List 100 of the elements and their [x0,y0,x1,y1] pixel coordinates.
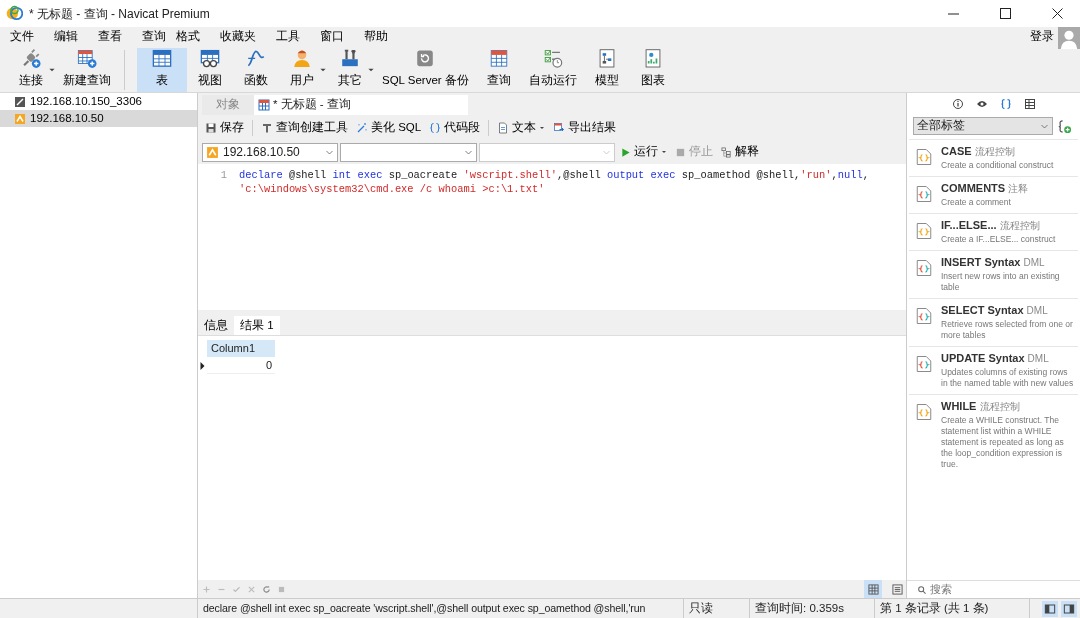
toolbar-button[interactable]: 文本 [494,119,549,137]
snippet-title: IF...ELSE... [941,219,997,231]
status-records: 第 1 条记录 (共 1 条) [875,598,1030,618]
toolbar-button[interactable]: 模型 [583,48,630,92]
toolbar-button[interactable]: 函数 [233,48,279,92]
result-tab[interactable]: 信息 [198,316,234,335]
database-icon [14,112,26,125]
snippet-description: Create a conditional construct [941,160,1054,171]
login-link[interactable]: 登录 [1020,28,1058,46]
snippet-description: Updates columns of existing rows in the named table with new values [941,367,1074,389]
snippet-tag: DML [1027,353,1049,364]
right-panel-icon [1061,600,1077,617]
toolbar-button[interactable]: 自动运行 [521,48,584,92]
dropdown-field[interactable]: 192.168.10.50 [202,142,338,162]
connection-item[interactable]: 192.168.10.50 [0,110,197,127]
dropdown-field[interactable] [340,142,477,162]
toolbar-button[interactable]: 代码段 [426,119,484,137]
snippet-tag: 流程控制 [999,220,1040,231]
tag-filter-dropdown[interactable]: 全部标签 [913,117,1053,135]
app-logo-icon [6,5,23,22]
snippet-title: UPDATE Syntax [941,352,1025,364]
menu-item[interactable]: 工具 [266,28,310,46]
refresh-icon [262,584,271,594]
maximize-icon [999,8,1011,19]
snippet-tag: 流程控制 [974,146,1015,157]
plug-icon [20,48,42,69]
snippet-description: Create a IF...ELSE... construct [941,234,1056,245]
export-table-icon [553,122,566,134]
snippet-item[interactable]: SELECT Syntax DML Retrieve rows selected from one or more tables [909,298,1078,346]
search-field[interactable]: 搜索 [930,581,1050,598]
document-icon [497,122,510,134]
snippet-tag: DML [1023,257,1045,268]
status-time: 查询时间: 0.359s [750,598,875,618]
close-icon [1051,8,1063,19]
explain-button[interactable]: 解释 [718,143,762,161]
toolbox-icon [339,48,361,69]
snippet-item[interactable]: COMMENTS 注释 Create a comment [909,176,1078,213]
snippet-item[interactable]: WHILE 流程控制 Create a WHILE construct. The statement list within a WHILE statement is repeated as long as the loop_condition expression is true. [909,394,1078,475]
grid-view-button[interactable] [864,580,882,598]
toolbar-button[interactable]: 表 [137,48,187,92]
menu-item[interactable]: 窗口 [310,28,354,46]
glasses-table-icon [199,48,221,69]
toolbar-button[interactable]: 保存 [202,119,247,137]
stop-icon [675,146,686,158]
window-title: * 无标题 - 查询 - Navicat Premium [29,5,210,23]
toolbar-button[interactable]: 视图 [187,48,233,92]
tab[interactable]: * 无标题 - 查询 [254,95,468,115]
info-icon [951,98,964,110]
snippet-item[interactable]: IF...ELSE... 流程控制 Create a IF...ELSE... construct [909,213,1078,250]
toolbar-button[interactable]: 图表 [629,48,676,92]
code-line: declare @shell int exec sp_oacreate 'wscript.shell',@shell output exec sp_oamethod @shell,'run',null, 'c:\windows\system32\cmd.exe /c whoami >c:\1.txt' [239,168,870,196]
menu-item[interactable]: 格式 [176,28,210,46]
menu-item[interactable]: 收藏夹 [210,28,266,46]
result-tab[interactable]: 结果 1 [234,316,280,335]
plus-icon [202,584,211,594]
cross-icon [247,584,256,594]
columns-icon [1023,98,1036,110]
snippet-description: Create a comment [941,197,1012,208]
toolbar-button[interactable]: 新建查询 [56,48,118,92]
toolbar-button[interactable]: 美化 SQL [353,119,425,137]
minimize-icon [947,12,959,15]
snippet-description: Create a WHILE construct. The statement list within a WHILE statement is repeated as long as the loop_condition expression is true. [941,415,1065,470]
menu-item[interactable]: 查询 [132,28,176,46]
menu-item[interactable]: 帮助 [354,28,398,46]
column-header[interactable]: Column1 [207,340,275,357]
toolbar-button[interactable]: 连接 [8,48,54,92]
snippet-description: Insert new rows into an existing table [941,271,1061,293]
play-icon [620,146,631,158]
run-button[interactable]: 运行 [617,143,670,161]
database-icon [206,145,219,159]
status-sql: declare @shell int exec sp_oacreate 'wscript.shell',@shell output exec sp_oamethod @shell,'run [198,598,684,618]
tree-icon [721,146,732,158]
toolbar-button[interactable]: SQL Server 备份 [375,48,476,92]
snippet-tag: DML [1026,305,1048,316]
toolbar-button[interactable]: 用户 [279,48,325,92]
menu-item[interactable]: 编辑 [44,28,88,46]
toolbar-button[interactable]: 其它 [327,48,373,92]
snippet-title: COMMENTS [941,182,1006,194]
menu-item[interactable]: 查看 [88,28,132,46]
table-icon [258,99,270,111]
snippet-title: WHILE [941,400,977,412]
snippet-title: SELECT Syntax [941,304,1024,316]
snippet-tag: 流程控制 [979,401,1020,412]
connection-item[interactable]: 192.168.10.150_3306 [0,93,197,110]
snippet-title: INSERT Syntax [941,256,1021,268]
braces-icon [429,122,442,134]
sparkle-icon [356,122,368,134]
toolbar-button[interactable]: 查询创建工具 [258,119,351,137]
menu-item[interactable]: 文件 [0,28,44,46]
search-icon [917,584,927,595]
toolbar-button[interactable]: 查询 [475,48,522,92]
snippet-item[interactable]: INSERT Syntax DML Insert new rows into an existing table [909,250,1078,298]
check-icon [232,584,241,594]
add-snippet-icon [1057,118,1072,134]
curve-icon [245,48,267,69]
snippet-item[interactable]: UPDATE Syntax DML Updates columns of existing rows in the named table with new values [909,346,1078,394]
snippet-item[interactable]: CASE 流程控制 Create a conditional construct [909,139,1078,176]
snippet-tag: 注释 [1008,183,1029,194]
table-cell: 0 [207,356,275,375]
toolbar-button[interactable]: 导出结果 [550,119,620,137]
